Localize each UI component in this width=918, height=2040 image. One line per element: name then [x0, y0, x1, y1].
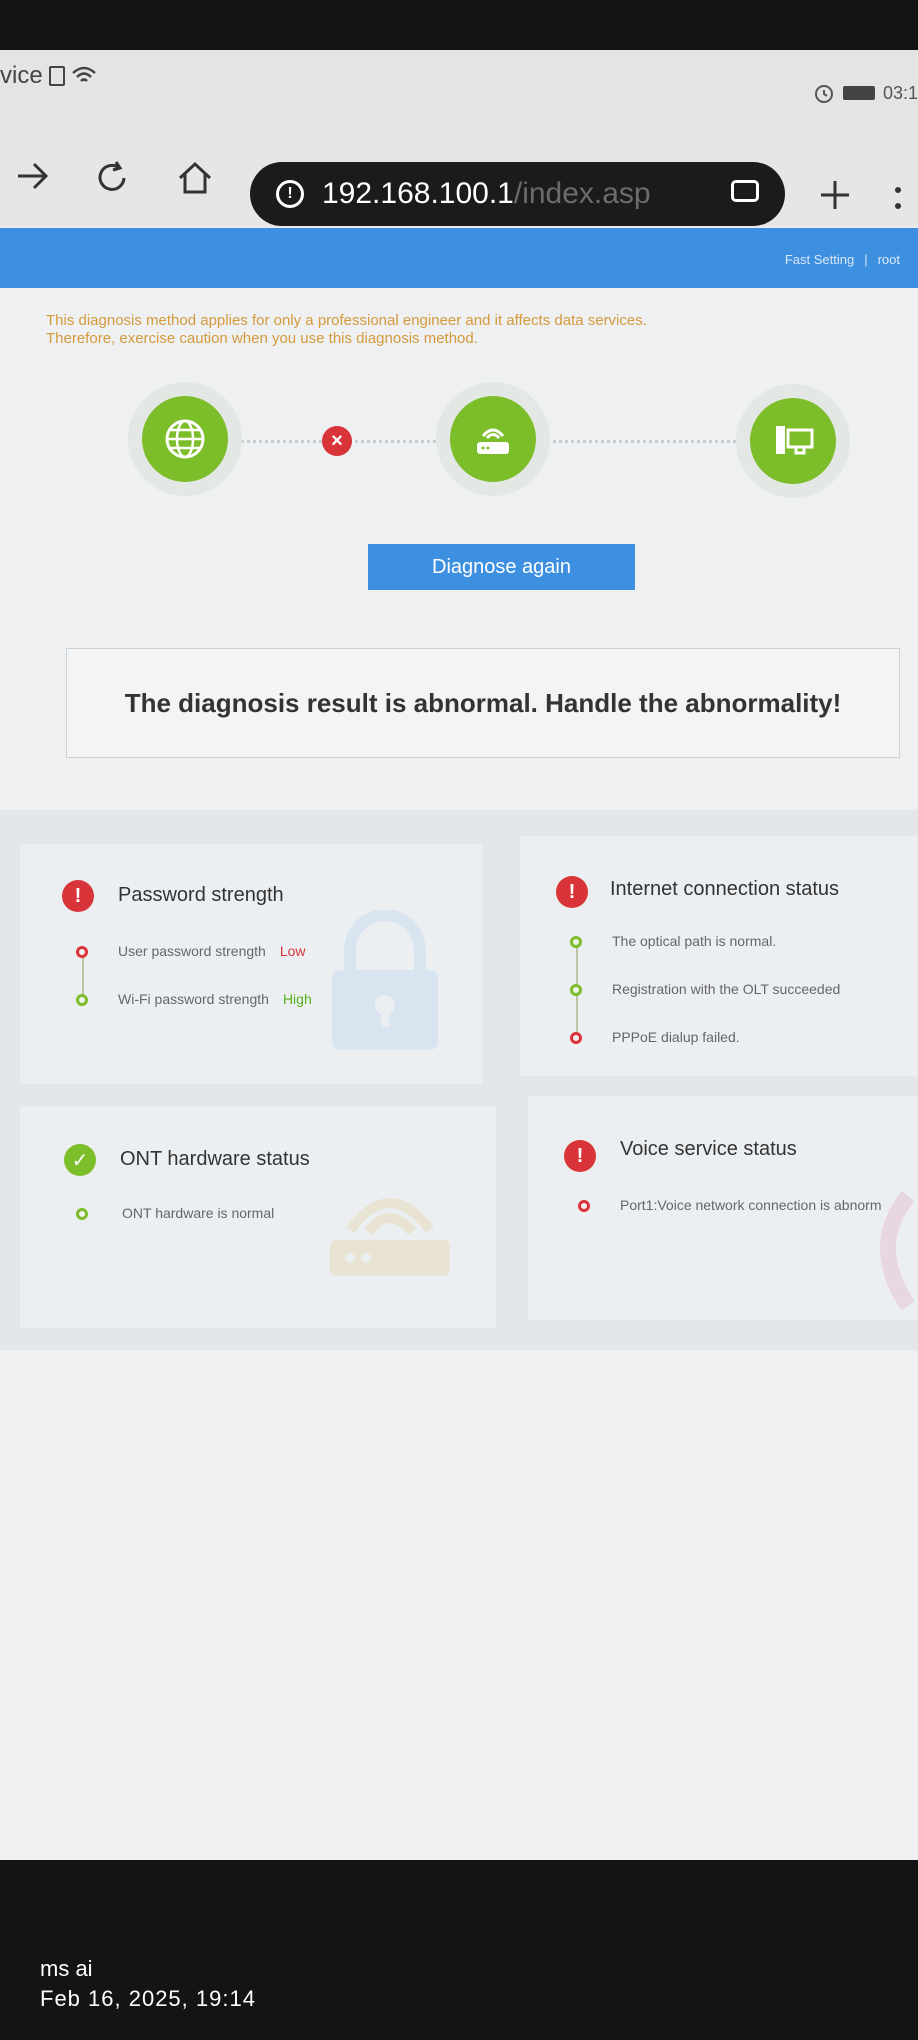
caution-text: This diagnosis method applies for only a…: [46, 312, 876, 348]
user-password-item: User password strength Low: [118, 943, 306, 959]
status-right: 03:1: [813, 82, 918, 104]
status-cards: ! Password strength User password streng…: [0, 810, 918, 1350]
router-watermark-icon: [330, 1198, 450, 1276]
internet-node: [142, 396, 228, 482]
fast-setting-link[interactable]: Fast Setting: [785, 252, 854, 267]
check-icon: ✓: [64, 1144, 96, 1176]
pppoe-item: PPPoE dialup failed.: [612, 1029, 740, 1045]
internet-status-card: ! Internet connection status The optical…: [520, 836, 918, 1076]
item-value: Low: [279, 943, 306, 959]
forward-icon[interactable]: [14, 158, 54, 194]
voice-service-card: ! Voice service status Port1:Voice netwo…: [528, 1096, 918, 1320]
ont-hardware-title: ONT hardware status: [120, 1148, 310, 1170]
new-tab-icon[interactable]: [818, 178, 852, 212]
olt-registration-item: Registration with the OLT succeeded: [612, 981, 840, 997]
home-icon[interactable]: [176, 160, 214, 196]
url-host: 192.168.100.1: [322, 177, 514, 210]
ont-node: [450, 396, 536, 482]
reload-icon[interactable]: [94, 160, 130, 196]
item-label: PPPoE dialup failed.: [612, 1029, 740, 1045]
password-strength-title: Password strength: [118, 884, 284, 906]
photo-caption-date: Feb 16, 2025, 19:14: [40, 1986, 256, 2011]
status-dot-ok: [76, 994, 88, 1006]
address-bar[interactable]: ! 192.168.100.1/index.asp: [250, 162, 785, 226]
ont-hardware-item: ONT hardware is normal: [122, 1205, 274, 1221]
item-label: User password strength: [118, 943, 266, 959]
url-path: /index.asp: [513, 177, 651, 210]
wifi-icon: [71, 66, 96, 82]
header-links: Fast Setting | root: [785, 252, 900, 267]
main-content: This diagnosis method applies for only a…: [0, 288, 918, 1860]
ont-hardware-card: ✓ ONT hardware status ONT hardware is no…: [20, 1106, 496, 1328]
link-line-right: [528, 440, 748, 443]
diagnose-again-button[interactable]: Diagnose again: [368, 544, 635, 590]
alert-icon: !: [62, 880, 94, 912]
alarm-icon: [814, 85, 833, 103]
status-dot-ok: [570, 984, 582, 996]
device-node: [750, 398, 836, 484]
alert-icon: !: [556, 876, 588, 908]
caution-line-1: This diagnosis method applies for only a…: [46, 312, 647, 329]
diagnosis-result-text: The diagnosis result is abnormal. Handle…: [124, 687, 842, 718]
site-info-icon[interactable]: !: [276, 180, 304, 208]
lock-watermark-icon: [332, 910, 438, 1050]
diagnosis-result-box: The diagnosis result is abnormal. Handle…: [66, 648, 900, 758]
wifi-password-item: Wi-Fi password strength High: [118, 991, 312, 1007]
browser-toolbar: ! 192.168.100.1/index.asp: [0, 106, 918, 226]
connection-fail-icon: ×: [322, 426, 352, 456]
internet-status-title: Internet connection status: [610, 878, 840, 900]
item-label: Registration with the OLT succeeded: [612, 981, 841, 997]
alert-icon: !: [564, 1140, 596, 1172]
password-strength-card: ! Password strength User password streng…: [20, 844, 482, 1084]
item-label: Wi-Fi password strength: [118, 991, 269, 1007]
status-bar: vice 03:1: [0, 50, 918, 106]
globe-icon: [165, 419, 205, 459]
clock: 03:1: [882, 82, 918, 103]
photo-caption-name: ms ai: [40, 1956, 93, 1981]
item-label: The optical path is normal.: [612, 933, 777, 949]
status-left: vice: [0, 62, 97, 90]
router-header: Fast Setting | root: [0, 228, 918, 288]
status-dot-bad: [578, 1200, 590, 1212]
more-menu-icon[interactable]: [892, 184, 904, 214]
battery-icon: [842, 86, 875, 100]
status-dot-bad: [570, 1032, 582, 1044]
router-icon: [477, 428, 509, 454]
caution-line-2: Therefore, exercise caution when you use…: [46, 330, 478, 347]
item-value: High: [282, 991, 312, 1007]
optical-path-item: The optical path is normal.: [612, 933, 776, 949]
status-dot-ok: [76, 1208, 88, 1220]
voice-port-item: Port1:Voice network connection is abnorm: [620, 1197, 881, 1213]
item-label: Port1:Voice network connection is abnorm: [620, 1197, 882, 1213]
sim-icon: [48, 66, 65, 86]
device-screen: vice 03:1 ! 192.168.100.1/index.asp Fast…: [0, 50, 918, 1860]
carrier-label: vice: [0, 62, 43, 89]
user-link[interactable]: root: [878, 252, 900, 267]
status-dot-bad: [76, 946, 88, 958]
header-divider: |: [864, 252, 868, 267]
timeline-line: [82, 952, 84, 994]
computer-icon: [776, 426, 814, 455]
status-dot-ok: [570, 936, 582, 948]
voice-service-title: Voice service status: [620, 1138, 797, 1160]
tabs-icon[interactable]: [731, 180, 759, 202]
item-label: ONT hardware is normal: [122, 1205, 275, 1221]
